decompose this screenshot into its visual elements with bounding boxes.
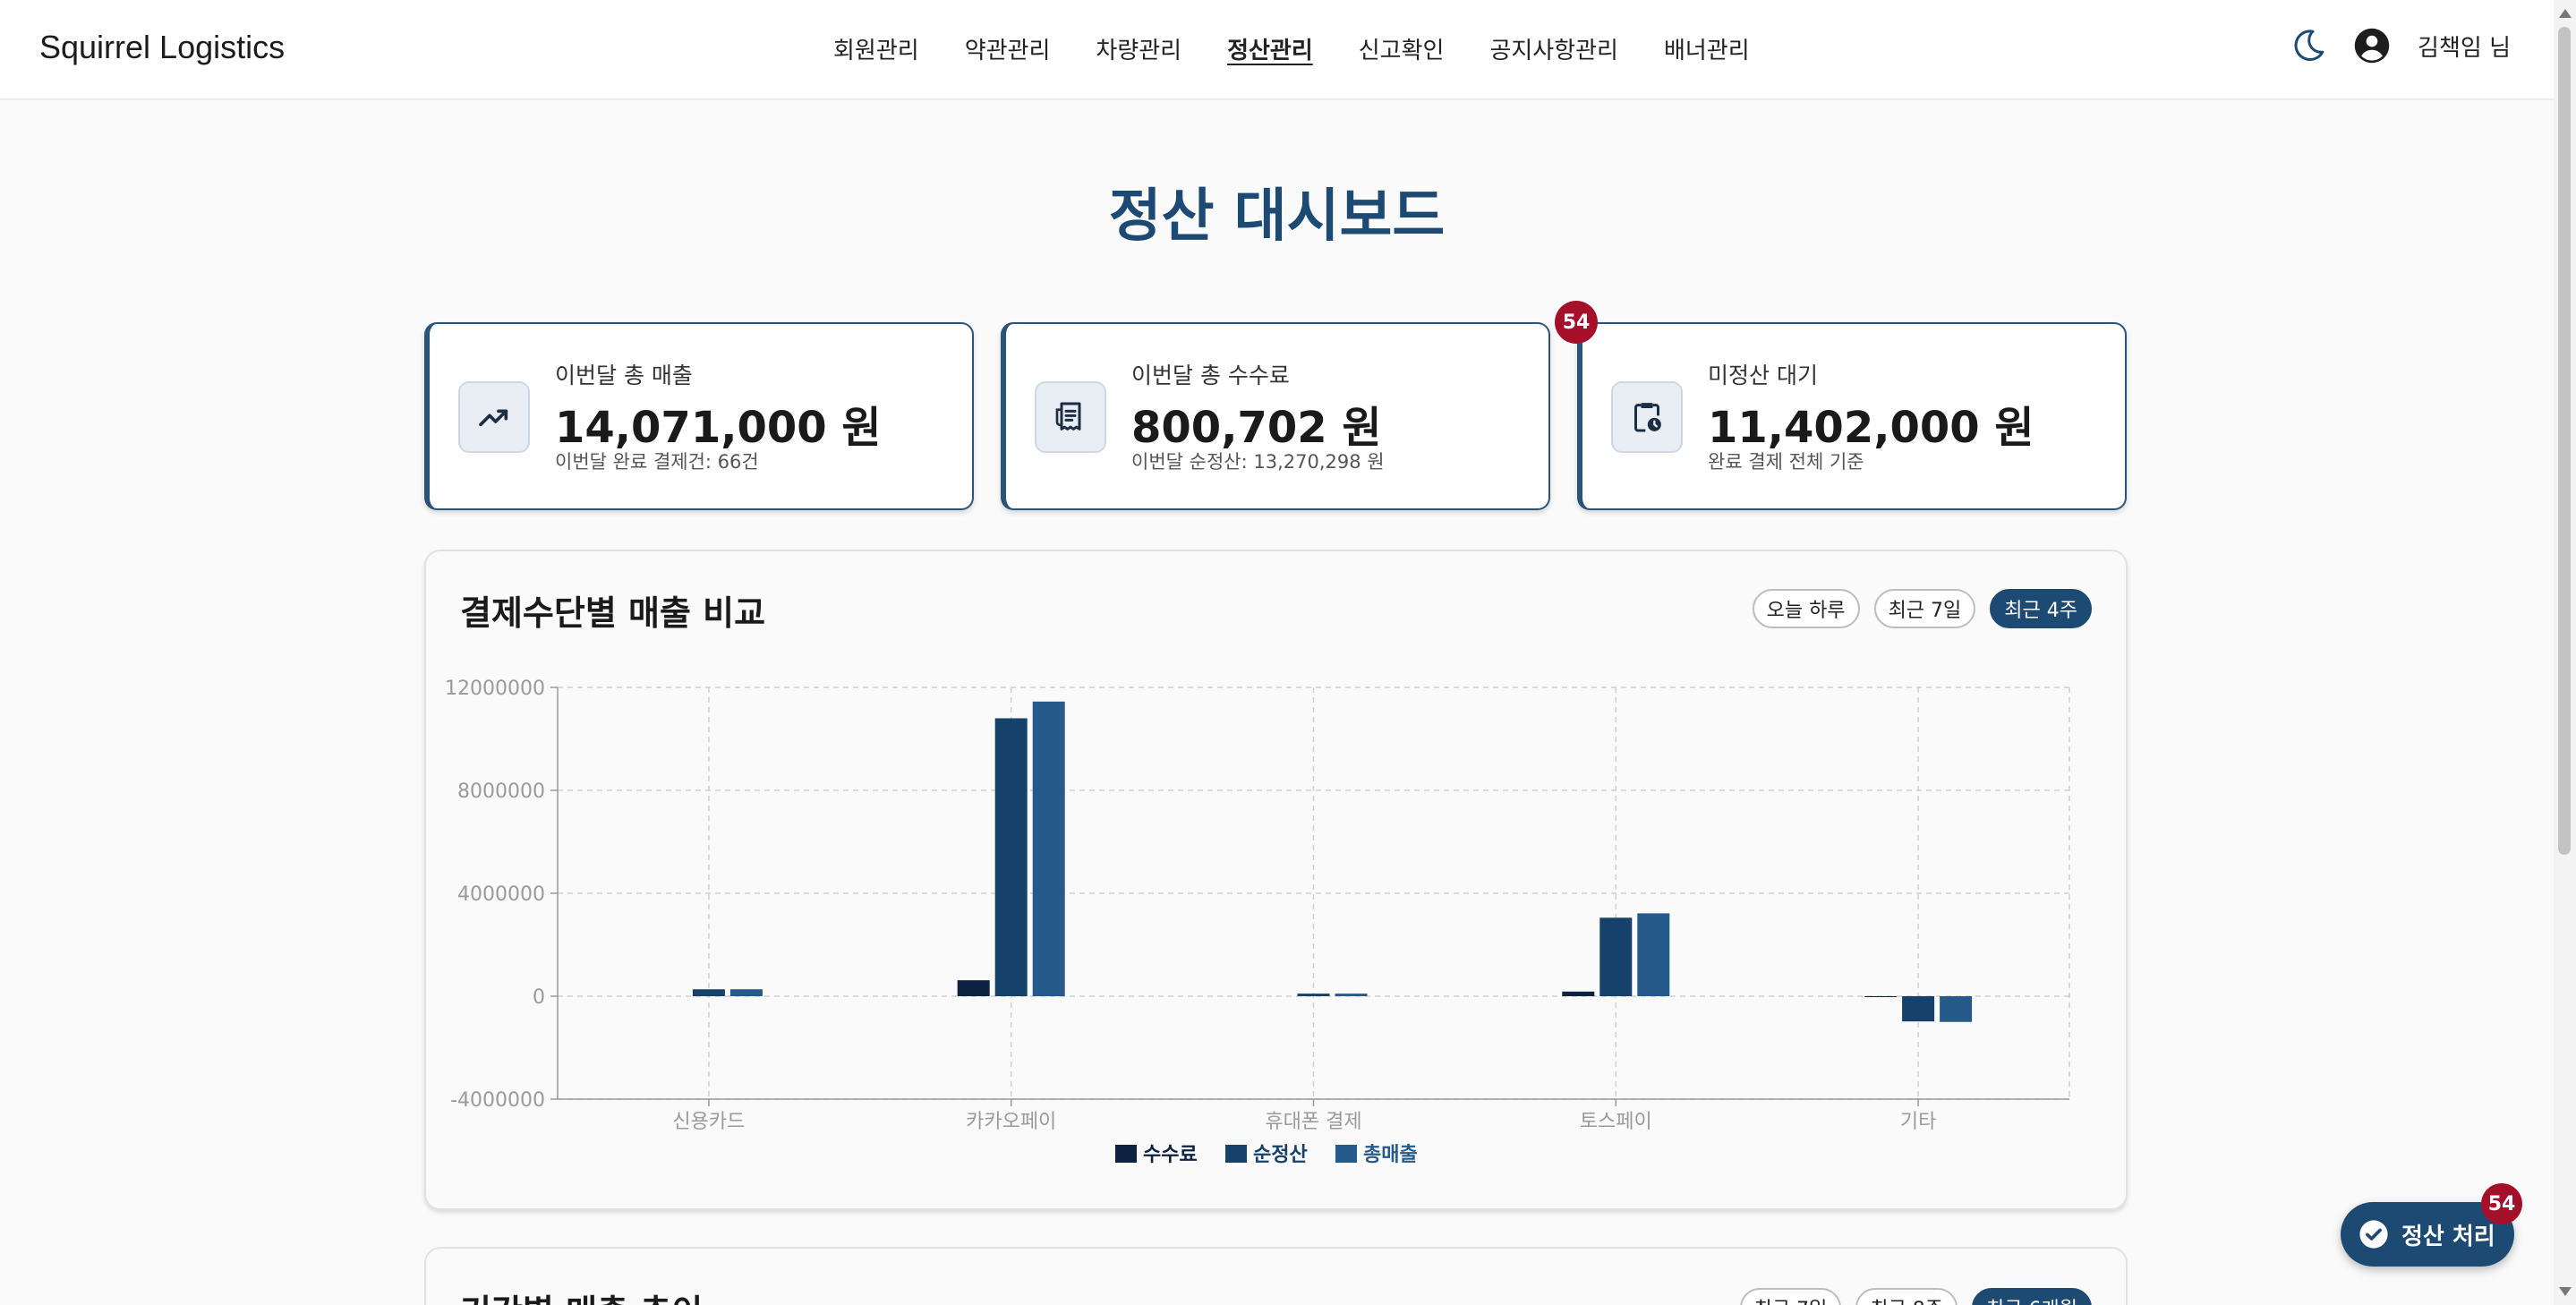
bar-총매출-카카오페이 <box>1032 701 1065 996</box>
fab-count-badge: 54 <box>2481 1183 2522 1224</box>
card-label: 이번달 총 수수료 <box>1131 362 1290 388</box>
nav-item-members[interactable]: 회원관리 <box>833 32 919 65</box>
pending-count-badge: 54 <box>1555 301 1598 344</box>
payment-method-chart-panel: 결제수단별 매출 비교 오늘 하루 최근 7일 최근 4주 12000000 80… <box>424 550 2128 1210</box>
brand-logo[interactable]: Squirrel Logistics <box>39 29 285 66</box>
card-value: 14,071,000 원 <box>555 403 882 453</box>
stat-card-revenue: 이번달 총 매출 14,071,000 원 이번달 완료 결제건: 66건 <box>424 322 974 510</box>
legend-label: 총매출 <box>1363 1144 1418 1166</box>
card-icon-box <box>458 381 530 453</box>
card-subtext: 이번달 완료 결제건: 66건 <box>555 451 759 473</box>
y-tick-label: 4000000 <box>457 883 545 906</box>
user-name[interactable]: 김책임 님 <box>2418 30 2511 63</box>
bar-수수료-토스페이 <box>1562 991 1595 996</box>
bar-총매출-신용카드 <box>729 989 763 996</box>
stat-card-fee: 이번달 총 수수료 800,702 원 이번달 순정산: 13,270,298 … <box>1001 322 1550 510</box>
nav-item-settlement[interactable]: 정산관리 <box>1227 32 1313 65</box>
bar-순정산-휴대폰 결제 <box>1297 994 1330 996</box>
y-tick-label: 12000000 <box>445 678 545 700</box>
legend-label: 수수료 <box>1143 1144 1198 1166</box>
x-tick-label: 기타 <box>1900 1111 1936 1133</box>
bar-순정산-신용카드 <box>692 989 725 996</box>
card-label: 미정산 대기 <box>1708 362 1818 388</box>
card-subtext: 완료 결제 전체 기준 <box>1708 451 1864 473</box>
card-icon-box <box>1611 381 1683 453</box>
x-tick-label: 신용카드 <box>672 1111 745 1133</box>
legend-swatch <box>1115 1145 1137 1163</box>
nav-item-notices[interactable]: 공지사항관리 <box>1489 32 1618 65</box>
payment-method-bar-chart: 12000000 8000000 4000000 0 -4000000 신용카드 카카오페이… <box>445 678 2070 1166</box>
fab-label: 정산 처리 <box>2401 1223 2495 1250</box>
x-tick-label: 카카오페이 <box>966 1111 1056 1133</box>
x-tick-label: 휴대폰 결제 <box>1265 1111 1361 1133</box>
bar-총매출-휴대폰 결제 <box>1335 994 1368 996</box>
user-circle-icon[interactable] <box>2353 27 2391 64</box>
scroll-down-arrow[interactable] <box>2559 1287 2572 1296</box>
receipt-icon <box>1055 402 1081 431</box>
legend-label: 순정산 <box>1253 1144 1308 1166</box>
nav-item-vehicles[interactable]: 차량관리 <box>1096 32 1181 65</box>
card-value: 800,702 원 <box>1131 403 1382 453</box>
trend-range-8weeks[interactable]: 최근 8주 <box>1855 1288 1958 1305</box>
scroll-thumb[interactable] <box>2558 27 2571 855</box>
clipboard-clock-icon <box>1634 403 1661 432</box>
y-tick-label: 0 <box>533 986 545 1009</box>
legend-swatch <box>1335 1145 1357 1163</box>
nav-item-terms[interactable]: 약관관리 <box>965 32 1051 65</box>
page-title: 정산 대시보드 <box>1108 183 1446 250</box>
moon-icon[interactable] <box>2290 28 2326 64</box>
bar-순정산-카카오페이 <box>994 718 1028 996</box>
bar-수수료-기타 <box>1864 996 1898 997</box>
nav-item-reports[interactable]: 신고확인 <box>1359 32 1445 65</box>
bar-순정산-기타 <box>1902 996 1935 1022</box>
header-actions: 김책임 님 <box>2290 27 2511 64</box>
check-circle-icon <box>2359 1220 2388 1249</box>
bar-수수료-카카오페이 <box>957 980 990 996</box>
stat-card-pending: 미정산 대기 11,402,000 원 완료 결제 전체 기준 <box>1577 322 2127 510</box>
trend-range-7days[interactable]: 최근 7일 <box>1739 1288 1842 1305</box>
nav-item-banners[interactable]: 배너관리 <box>1664 32 1750 65</box>
x-tick-label: 토스페이 <box>1580 1111 1652 1133</box>
card-subtext: 이번달 순정산: 13,270,298 원 <box>1131 451 1385 473</box>
legend-swatch <box>1225 1145 1247 1163</box>
y-tick-label: -4000000 <box>450 1089 545 1112</box>
bar-순정산-토스페이 <box>1599 917 1633 996</box>
card-value: 11,402,000 원 <box>1708 403 2034 453</box>
y-tick-label: 8000000 <box>457 780 545 803</box>
trend-range-selector: 최근 7일 최근 8주 최근 6개월 <box>1739 1288 2092 1305</box>
bar-총매출-기타 <box>1940 996 1973 1022</box>
main-nav: 회원관리 약관관리 차량관리 정산관리 신고확인 공지사항관리 배너관리 <box>833 32 1750 65</box>
trend-panel-title: 기간별 매출 추이 <box>460 1284 703 1305</box>
top-navbar: Squirrel Logistics 회원관리 약관관리 차량관리 정산관리 신… <box>0 0 2554 100</box>
card-icon-box <box>1035 381 1106 453</box>
card-label: 이번달 총 매출 <box>555 362 693 388</box>
trending-up-icon <box>479 409 508 427</box>
scroll-up-arrow[interactable] <box>2559 9 2572 18</box>
trend-range-6months[interactable]: 최근 6개월 <box>1972 1288 2092 1305</box>
page-scrollbar[interactable] <box>2554 0 2576 1305</box>
period-trend-panel: 기간별 매출 추이 최근 7일 최근 8주 최근 6개월 <box>424 1247 2128 1305</box>
bar-총매출-토스페이 <box>1637 913 1670 996</box>
